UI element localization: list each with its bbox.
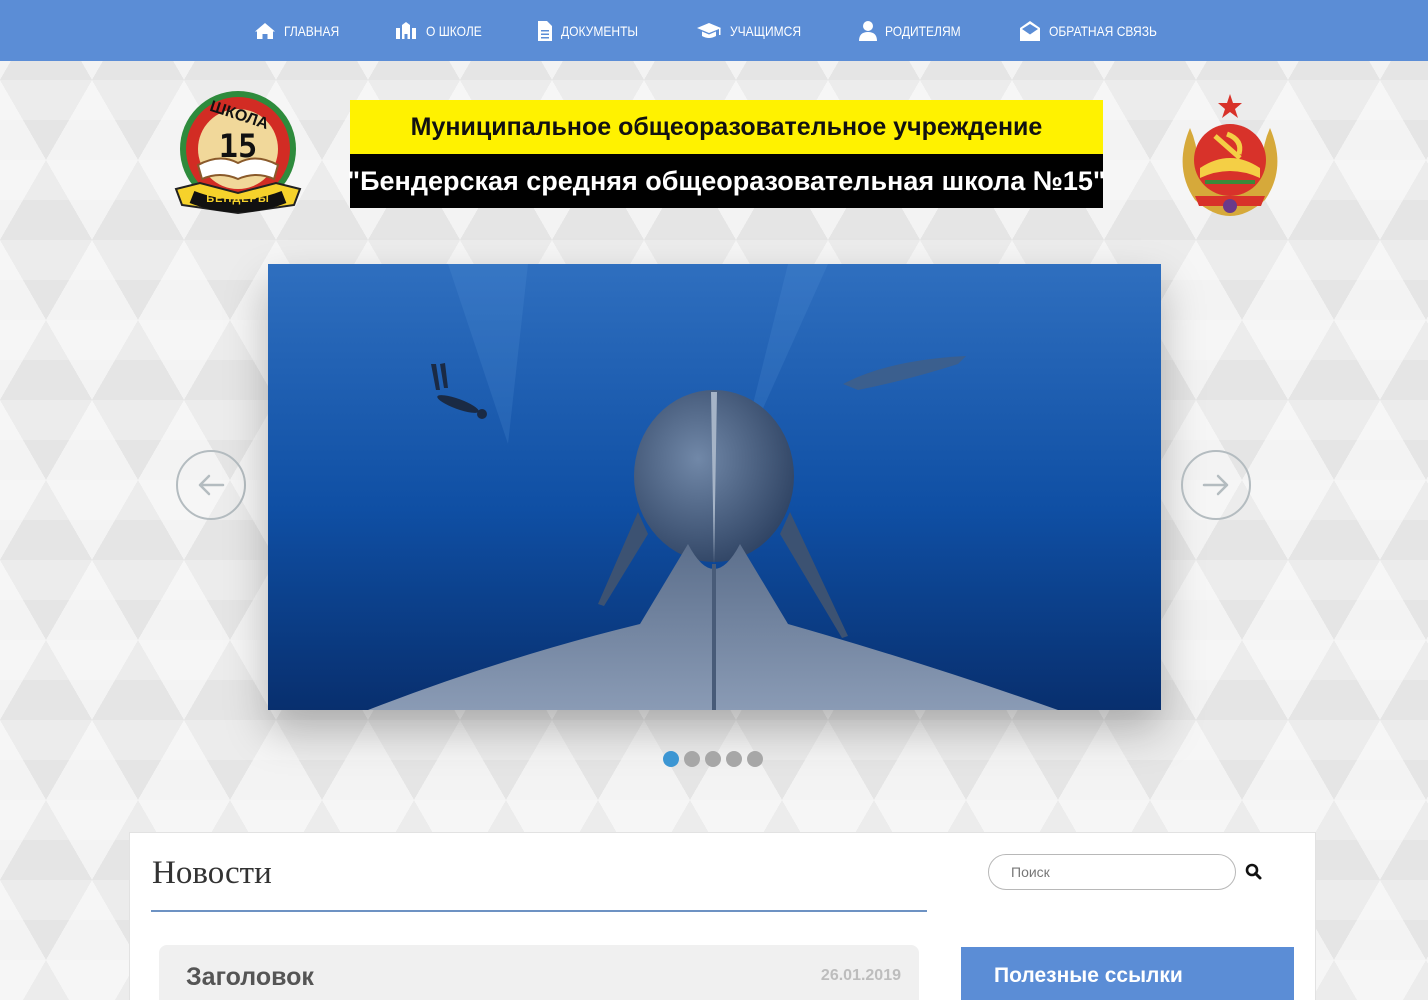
nav-item-students[interactable]: Учащимся bbox=[696, 0, 813, 61]
banner-line-1: Муниципальное общеоразовательное учрежде… bbox=[350, 100, 1103, 154]
logo-text-bottom: БЕНДЕРЫ bbox=[206, 193, 270, 205]
search-icon bbox=[1245, 863, 1262, 880]
search-input[interactable] bbox=[988, 854, 1236, 890]
graduation-cap-icon bbox=[697, 22, 722, 38]
nav-item-feedback[interactable]: Обратная связь bbox=[1019, 0, 1174, 61]
useful-links-panel: Полезные ссылки bbox=[961, 947, 1294, 1000]
section-divider bbox=[151, 910, 927, 912]
useful-links-title: Полезные ссылки bbox=[994, 964, 1183, 987]
banner-line-2: "Бендерская средняя общеоразовательная ш… bbox=[347, 154, 1106, 208]
document-icon bbox=[537, 20, 552, 41]
nav-label: Обратная связь bbox=[1048, 22, 1157, 39]
top-navigation: Главная О школе Документы Учащимся Родит… bbox=[0, 0, 1428, 61]
section-title-news: Новости bbox=[152, 855, 272, 891]
slider-dot-1[interactable] bbox=[663, 751, 679, 767]
nav-item-home[interactable]: Главная bbox=[254, 0, 348, 61]
envelope-open-icon bbox=[1019, 20, 1040, 41]
slider-dot-2[interactable] bbox=[684, 751, 700, 767]
main-content: Новости Заголовок 26.01.2019 Полезные сс… bbox=[129, 832, 1316, 1000]
school-icon bbox=[395, 21, 416, 39]
arrow-left-icon bbox=[198, 474, 225, 496]
news-post-card[interactable]: Заголовок 26.01.2019 bbox=[159, 945, 919, 1000]
user-icon bbox=[858, 20, 877, 41]
logo-number: 15 bbox=[218, 127, 258, 165]
nav-label: Документы bbox=[560, 22, 638, 39]
arrow-right-icon bbox=[1202, 474, 1229, 496]
nav-item-documents[interactable]: Документы bbox=[537, 0, 651, 61]
slider-prev-button[interactable] bbox=[176, 450, 246, 520]
slider-dot-4[interactable] bbox=[726, 751, 742, 767]
slider-pagination bbox=[663, 751, 763, 767]
coat-of-arms-icon bbox=[1165, 88, 1295, 220]
slider-image-whale[interactable] bbox=[268, 264, 1161, 710]
slider-next-button[interactable] bbox=[1181, 450, 1251, 520]
school-name-banner: Муниципальное общеоразовательное учрежде… bbox=[347, 100, 1106, 208]
nav-label: О школе bbox=[425, 22, 482, 39]
nav-label: Учащимся bbox=[730, 22, 802, 39]
nav-item-parents[interactable]: Родителям bbox=[858, 0, 973, 61]
nav-label: Главная bbox=[283, 22, 339, 39]
home-icon bbox=[254, 22, 275, 39]
post-heading[interactable]: Заголовок bbox=[186, 963, 314, 992]
search-button[interactable] bbox=[1245, 863, 1263, 881]
school-logo[interactable]: ШКОЛА 15 БЕНДЕРЫ bbox=[170, 87, 306, 219]
post-date: 26.01.2019 bbox=[820, 967, 901, 984]
slider-dot-3[interactable] bbox=[705, 751, 721, 767]
nav-item-about[interactable]: О школе bbox=[394, 0, 491, 61]
nav-label: Родителям bbox=[884, 22, 961, 39]
slider-dot-5[interactable] bbox=[747, 751, 763, 767]
